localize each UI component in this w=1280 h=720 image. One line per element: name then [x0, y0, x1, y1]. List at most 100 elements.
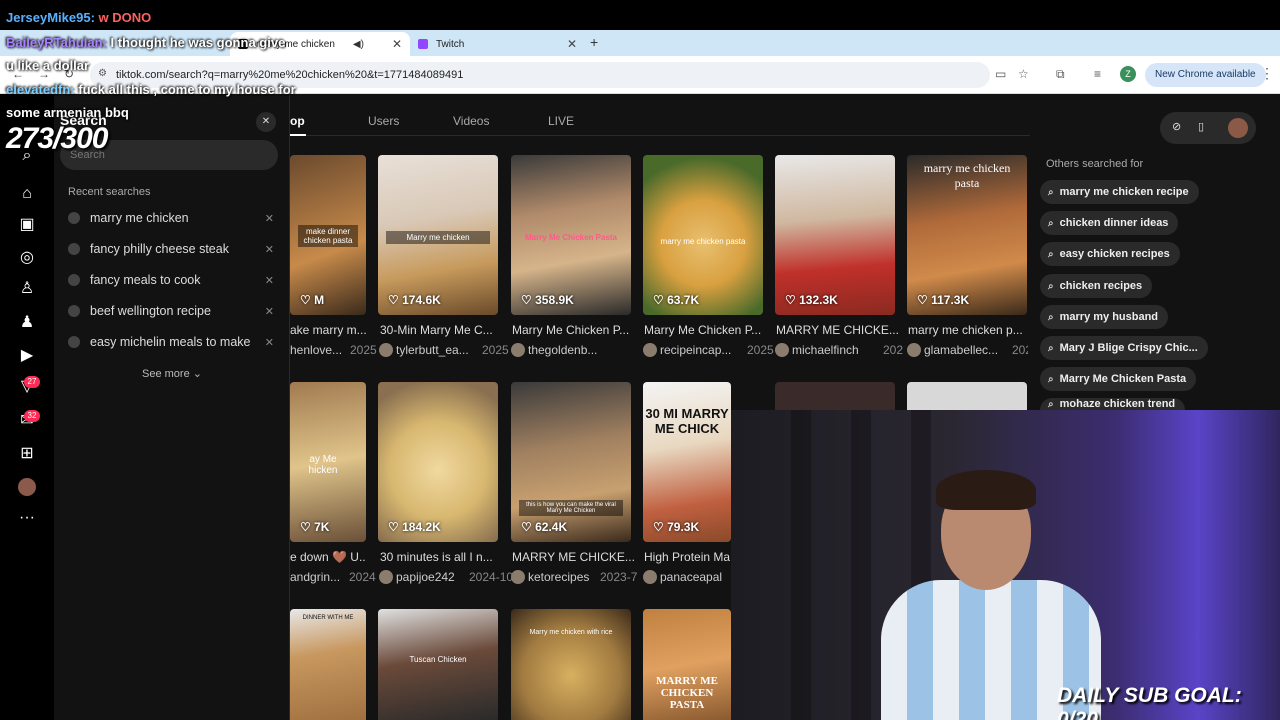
remove-icon[interactable]: ✕ [265, 274, 274, 287]
video-card[interactable]: DINNER WITH ME [290, 609, 366, 720]
upload-icon[interactable]: ⊞ [17, 444, 37, 464]
webcam-overlay: DAILY SUB GOAL: 0/20 [731, 410, 1280, 720]
video-caption[interactable]: High Protein Ma [644, 550, 730, 564]
video-card[interactable] [907, 382, 1027, 410]
video-likes: ♡ 358.9K [521, 293, 574, 307]
tab-videos[interactable]: Videos [453, 114, 489, 128]
video-card[interactable]: marry me chicken pasta ♡ 117.3K [907, 155, 1027, 315]
profile-avatar-icon[interactable] [18, 478, 36, 496]
video-card[interactable]: make dinner chicken pasta ♡ M [290, 155, 366, 315]
video-card[interactable]: ♡ 184.2K [378, 382, 498, 542]
shop-icon[interactable]: ▣ [17, 215, 37, 235]
recent-search-item[interactable]: fancy philly cheese steak ✕ [68, 238, 274, 260]
chat-message-cont: some armenian bbq [6, 105, 129, 120]
chat-message: BaileyRTahulan: I thought he was gonna g… [6, 35, 285, 50]
video-caption[interactable]: MARRY ME CHICKE... [512, 550, 638, 564]
video-card[interactable]: ay Me hicken ♡ 7K [290, 382, 366, 542]
user-avatar[interactable] [1228, 118, 1248, 138]
video-card[interactable]: Marry me chicken ♡ 174.6K [378, 155, 498, 315]
video-card[interactable]: ♡ 132.3K [775, 155, 895, 315]
recent-search-item[interactable]: easy michelin meals to make ✕ [68, 331, 274, 353]
video-caption[interactable]: Marry Me Chicken P... [644, 323, 770, 337]
home-icon[interactable]: ⌂ [17, 184, 37, 204]
friends-icon[interactable]: ♟ [17, 313, 37, 333]
remove-icon[interactable]: ✕ [265, 305, 274, 318]
following-icon[interactable]: ♙ [17, 279, 37, 299]
video-date: 2023-7 [600, 570, 638, 584]
profile-avatar[interactable]: Z [1120, 66, 1136, 82]
video-caption[interactable]: 30-Min Marry Me C... [380, 323, 506, 337]
remove-icon[interactable]: ✕ [265, 336, 274, 349]
video-card[interactable]: marry me chicken pasta ♡ 63.7K [643, 155, 763, 315]
video-author[interactable]: thegoldenb... [511, 343, 637, 357]
recent-search-item[interactable]: fancy meals to cook ✕ [68, 269, 274, 291]
related-search-pill[interactable]: ⌕ mohaze chicken trend [1040, 398, 1186, 410]
new-chrome-button[interactable]: New Chrome available [1145, 63, 1266, 87]
video-caption[interactable]: ake marry m... [290, 323, 366, 337]
video-card[interactable]: 30 MI MARRY ME CHICK ♡ 79.3K [643, 382, 731, 542]
site-info-icon[interactable]: ⚙ [98, 68, 107, 79]
video-author[interactable]: panaceapal [643, 570, 731, 584]
video-caption[interactable]: e down 🤎 U... [290, 550, 366, 564]
video-card[interactable]: Marry me chicken with rice [511, 609, 631, 720]
video-card[interactable]: MARRY ME CHICKEN PASTA [643, 609, 731, 720]
extensions-icon[interactable]: ⧉ [1056, 67, 1065, 82]
media-icon[interactable]: ≡ [1094, 67, 1101, 81]
related-search-pill[interactable]: ⌕ marry my husband [1040, 305, 1169, 329]
install-icon[interactable]: ▭ [995, 67, 1006, 81]
chat-text: w DONO [98, 10, 152, 25]
browser-tab-twitch[interactable]: Twitch ✕ [410, 32, 585, 56]
video-card[interactable]: Tuscan Chicken [378, 609, 498, 720]
remove-icon[interactable]: ✕ [265, 212, 274, 225]
pill-text: marry me chicken recipe [1059, 186, 1189, 198]
related-search-pill[interactable]: ⌕ easy chicken recipes [1040, 242, 1180, 266]
more-icon[interactable]: ··· [17, 508, 37, 528]
likes-count: 132.3K [799, 293, 838, 307]
chat-username: JerseyMike95: [6, 10, 95, 25]
related-search-pill[interactable]: ⌕ Mary J Blige Crispy Chic... [1040, 336, 1208, 360]
recent-search-item[interactable]: beef wellington recipe ✕ [68, 300, 274, 322]
video-card[interactable]: this is how you can make the viral Marry… [511, 382, 631, 542]
tab-live[interactable]: LIVE [548, 114, 574, 128]
recent-search-item[interactable]: marry me chicken ✕ [68, 207, 274, 229]
close-search-icon[interactable]: ✕ [256, 112, 276, 132]
related-search-pill[interactable]: ⌕ chicken recipes [1040, 274, 1153, 298]
live-icon[interactable]: ▶ [17, 346, 37, 366]
recent-searches-label: Recent searches [68, 186, 151, 198]
related-search-pill[interactable]: ⌕ marry me chicken recipe [1040, 180, 1199, 204]
video-overlay-text: DINNER WITH ME [302, 615, 354, 621]
remove-icon[interactable]: ✕ [265, 243, 274, 256]
device-icon[interactable]: ▯ [1198, 120, 1204, 133]
tab-top[interactable]: op [290, 114, 305, 128]
menu-icon[interactable]: ⋮ [1260, 65, 1274, 82]
video-likes: ♡ 63.7K [653, 293, 700, 307]
video-card[interactable] [775, 382, 895, 410]
video-card[interactable]: Marry Me Chicken Pasta ♡ 358.9K [511, 155, 631, 315]
new-tab-icon[interactable]: + [590, 34, 598, 50]
video-caption[interactable]: marry me chicken p... [908, 323, 1034, 337]
video-caption[interactable]: 30 minutes is all I n... [380, 550, 506, 564]
pill-text: easy chicken recipes [1059, 248, 1170, 260]
video-author[interactable]: papijoe242 [379, 570, 471, 584]
video-author[interactable]: ketorecipes [511, 570, 603, 584]
close-tab-icon[interactable]: ✕ [567, 37, 577, 51]
speaker-icon[interactable]: ◀) [353, 39, 364, 50]
video-overlay-text: Tuscan Chicken [409, 655, 467, 664]
video-likes: ♡ M [300, 293, 325, 307]
others-searched-title: Others searched for [1046, 158, 1144, 170]
search-panel: Search ✕ Recent searches marry me chicke… [54, 94, 290, 720]
coins-icon[interactable]: ⊘ [1172, 120, 1181, 133]
explore-icon[interactable]: ◎ [17, 248, 37, 268]
see-more-link[interactable]: See more ⌄ [142, 367, 202, 380]
video-likes: ♡ 184.2K [388, 520, 441, 534]
close-tab-icon[interactable]: ✕ [392, 37, 402, 51]
progress-counter: 273/300 [6, 122, 108, 155]
tab-users[interactable]: Users [368, 114, 399, 128]
chat-username: BaileyRTahulan: [6, 35, 107, 50]
related-search-pill[interactable]: ⌕ chicken dinner ideas [1040, 211, 1179, 235]
related-search-pill[interactable]: ⌕ Marry Me Chicken Pasta [1040, 367, 1197, 391]
video-caption[interactable]: MARRY ME CHICKE... [776, 323, 902, 337]
bookmark-star-icon[interactable]: ☆ [1018, 67, 1029, 81]
search-icon: ⌕ [1048, 280, 1054, 292]
video-caption[interactable]: Marry Me Chicken P... [512, 323, 638, 337]
